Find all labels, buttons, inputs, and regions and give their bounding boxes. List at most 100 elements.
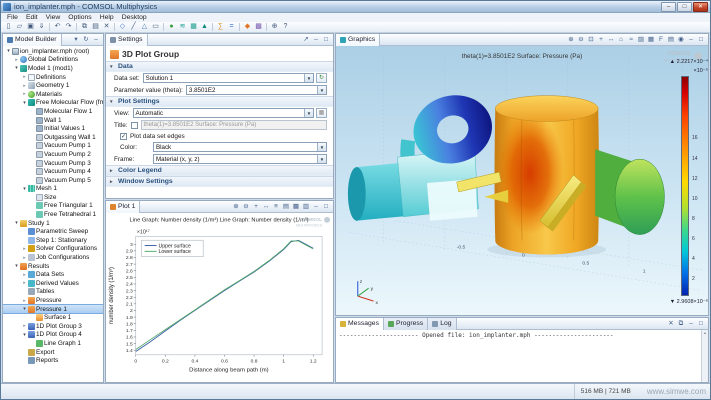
model-builder-refresh-icon[interactable]: ↻ bbox=[81, 35, 91, 44]
tree-item-model-1-mod1[interactable]: ▾Model 1 (mod1) bbox=[3, 64, 103, 73]
messages-maximize-panel-icon[interactable]: □ bbox=[696, 319, 706, 328]
plot1-axis-limits-icon[interactable]: ↔ bbox=[261, 202, 271, 211]
collapsed-arrow-icon[interactable]: ▸ bbox=[13, 57, 20, 63]
graphics-grid-icon[interactable]: ▤ bbox=[666, 35, 676, 44]
tree-item-materials[interactable]: ▸Materials bbox=[3, 90, 103, 99]
collapsed-arrow-icon[interactable]: ▸ bbox=[21, 246, 28, 252]
messages-minimize-panel-icon[interactable]: – bbox=[686, 319, 696, 328]
expanded-arrow-icon[interactable]: ▾ bbox=[13, 65, 20, 71]
toolbar-image-icon[interactable]: ▩ bbox=[253, 22, 264, 32]
plot1-zoom-out-icon[interactable]: ⊖ bbox=[241, 202, 251, 211]
collapsed-arrow-icon[interactable]: ▸ bbox=[21, 91, 28, 97]
menu-options[interactable]: Options bbox=[64, 14, 95, 21]
tree-item-wall-1[interactable]: Wall 1 bbox=[3, 116, 103, 125]
graphics-scene-light-icon[interactable]: ≈ bbox=[626, 35, 636, 44]
graphics-3d-scene[interactable]: theta(1)=3.8501E2 Surface: Pressure (Pa)… bbox=[336, 46, 708, 315]
tree-item-data-sets[interactable]: ▸Data Sets bbox=[3, 270, 103, 279]
menu-file[interactable]: File bbox=[3, 14, 22, 21]
toolbar-new-icon[interactable]: ▯ bbox=[3, 22, 14, 32]
expanded-arrow-icon[interactable]: ▾ bbox=[21, 332, 28, 338]
expanded-arrow-icon[interactable]: ▾ bbox=[21, 186, 28, 192]
tree-item-solver-configurations[interactable]: ▸Solver Configurations bbox=[3, 245, 103, 254]
toolbar-help-icon[interactable]: ? bbox=[280, 22, 291, 32]
tree-item-free-tetrahedral-1[interactable]: Free Tetrahedral 1 bbox=[3, 210, 103, 219]
go-to-view-icon[interactable]: ▦ bbox=[316, 108, 327, 118]
graphics-snapshot-icon[interactable]: ◉ bbox=[676, 35, 686, 44]
expanded-arrow-icon[interactable]: ▾ bbox=[13, 220, 20, 226]
tree-item-vacuum-pump-1[interactable]: Vacuum Pump 1 bbox=[3, 142, 103, 151]
tree-item-reports[interactable]: Reports bbox=[3, 356, 103, 365]
tree-item-pressure[interactable]: ▸Pressure bbox=[3, 296, 103, 305]
tree-item-step-1-stationary[interactable]: Step 1: Stationary bbox=[3, 236, 103, 245]
view-select[interactable]: Automatic ▼ bbox=[133, 108, 314, 118]
graphics-go-to-default-view-icon[interactable]: ⌂ bbox=[616, 35, 626, 44]
toolbar-zoom-in-icon[interactable]: ⊕ bbox=[269, 22, 280, 32]
tab-plot-1[interactable]: Plot 1 bbox=[106, 201, 140, 213]
graphics-zoom-box-icon[interactable]: ⊡ bbox=[586, 35, 596, 44]
messages-clear-icon[interactable]: ✕ bbox=[666, 319, 676, 328]
toolbar-draw-rect-icon[interactable]: ▭ bbox=[150, 22, 161, 32]
expanded-arrow-icon[interactable]: ▾ bbox=[5, 48, 12, 54]
toolbar-copy-icon[interactable]: ⧉ bbox=[79, 22, 90, 32]
tree-item-global-definitions[interactable]: ▸Global Definitions bbox=[3, 56, 103, 65]
menu-view[interactable]: View bbox=[42, 14, 65, 21]
tree-item-free-triangular-1[interactable]: Free Triangular 1 bbox=[3, 202, 103, 211]
plot1-zoom-extents-icon[interactable]: + bbox=[251, 202, 261, 211]
toolbar-paste-icon[interactable]: ▤ bbox=[90, 22, 101, 32]
toolbar-study-icon[interactable]: ∑ bbox=[215, 22, 226, 32]
plot1-legend-icon[interactable]: ≡ bbox=[271, 202, 281, 211]
tree-item-vacuum-pump-2[interactable]: Vacuum Pump 2 bbox=[3, 150, 103, 159]
toolbar-open-icon[interactable]: ▱ bbox=[14, 22, 25, 32]
expanded-arrow-icon[interactable]: ▾ bbox=[21, 100, 28, 106]
graphics-zoom-in-icon[interactable]: ⊕ bbox=[566, 35, 576, 44]
tab-messages[interactable]: Messages bbox=[336, 318, 384, 330]
graphics-canvas[interactable]: theta(1)=3.8501E2 Surface: Pressure (Pa)… bbox=[336, 46, 708, 315]
graphics-zoom-extents-icon[interactable]: + bbox=[596, 35, 606, 44]
plot1-maximize-panel-icon[interactable]: □ bbox=[321, 202, 331, 211]
section-window-settings[interactable]: ▸ Window Settings bbox=[106, 176, 333, 187]
refresh-solution-icon[interactable]: ↻ bbox=[316, 73, 327, 83]
graphics-wireframe-icon[interactable]: ▦ bbox=[646, 35, 656, 44]
toolbar-geometry-icon[interactable]: ◇ bbox=[117, 22, 128, 32]
collapsed-arrow-icon[interactable]: ▸ bbox=[21, 272, 28, 278]
settings-maximize-panel-icon[interactable]: □ bbox=[321, 35, 331, 44]
close-button[interactable]: ✕ bbox=[693, 2, 708, 12]
frame-select[interactable]: Material (x, y, z) ▼ bbox=[153, 154, 327, 164]
model-builder-collapse-all-icon[interactable]: ▾ bbox=[71, 35, 81, 44]
parameter-select[interactable]: 3.8501E2 ▼ bbox=[186, 85, 327, 95]
tree-item-parametric-sweep[interactable]: Parametric Sweep bbox=[3, 227, 103, 236]
menu-desktop[interactable]: Desktop bbox=[118, 14, 151, 21]
graphics-zoom-out-icon[interactable]: ⊖ bbox=[576, 35, 586, 44]
tab-progress[interactable]: Progress bbox=[384, 318, 428, 330]
toolbar-import-icon[interactable]: ⇓ bbox=[36, 22, 47, 32]
collapsed-arrow-icon[interactable]: ▸ bbox=[21, 74, 28, 80]
tree-item-export[interactable]: Export bbox=[3, 348, 103, 357]
tree-item-definitions[interactable]: ▸Definitions bbox=[3, 73, 103, 82]
tab-model-builder[interactable]: Model Builder bbox=[3, 34, 62, 46]
messages-scrollbar[interactable]: ▴ bbox=[701, 330, 708, 382]
tree-item-vacuum-pump-4[interactable]: Vacuum Pump 4 bbox=[3, 167, 103, 176]
tree-item-size[interactable]: Size bbox=[3, 193, 103, 202]
tree-item-tables[interactable]: Tables bbox=[3, 288, 103, 297]
collapsed-arrow-icon[interactable]: ▸ bbox=[21, 83, 28, 89]
model-builder-minimize-panel-icon[interactable]: – bbox=[91, 35, 101, 44]
tree-item-vacuum-pump-5[interactable]: Vacuum Pump 5 bbox=[3, 176, 103, 185]
tree-item-free-molecular-flow-fmf[interactable]: ▾Free Molecular Flow (fmf) bbox=[3, 99, 103, 108]
expanded-arrow-icon[interactable]: ▾ bbox=[13, 263, 20, 269]
graphics-maximize-panel-icon[interactable]: □ bbox=[696, 35, 706, 44]
toolbar-save-icon[interactable]: ▣ bbox=[25, 22, 36, 32]
title-checkbox[interactable] bbox=[131, 122, 138, 129]
toolbar-build-mesh-icon[interactable]: ▲ bbox=[199, 22, 210, 32]
toolbar-material-icon[interactable]: ● bbox=[166, 22, 177, 32]
tree-item-job-configurations[interactable]: ▸Job Configurations bbox=[3, 253, 103, 262]
toolbar-redo-icon[interactable]: ↷ bbox=[63, 22, 74, 32]
minimize-button[interactable]: – bbox=[661, 2, 676, 12]
tab-settings[interactable]: Settings bbox=[106, 34, 148, 46]
toolbar-draw-polygon-icon[interactable]: △ bbox=[139, 22, 150, 32]
toolbar-plot-group-icon[interactable]: ◆ bbox=[242, 22, 253, 32]
menu-edit[interactable]: Edit bbox=[22, 14, 42, 21]
toolbar-compute-icon[interactable]: = bbox=[226, 22, 237, 32]
collapsed-arrow-icon[interactable]: ▸ bbox=[21, 255, 28, 261]
tree-item-vacuum-pump-3[interactable]: Vacuum Pump 3 bbox=[3, 159, 103, 168]
toolbar-undo-icon[interactable]: ↶ bbox=[52, 22, 63, 32]
